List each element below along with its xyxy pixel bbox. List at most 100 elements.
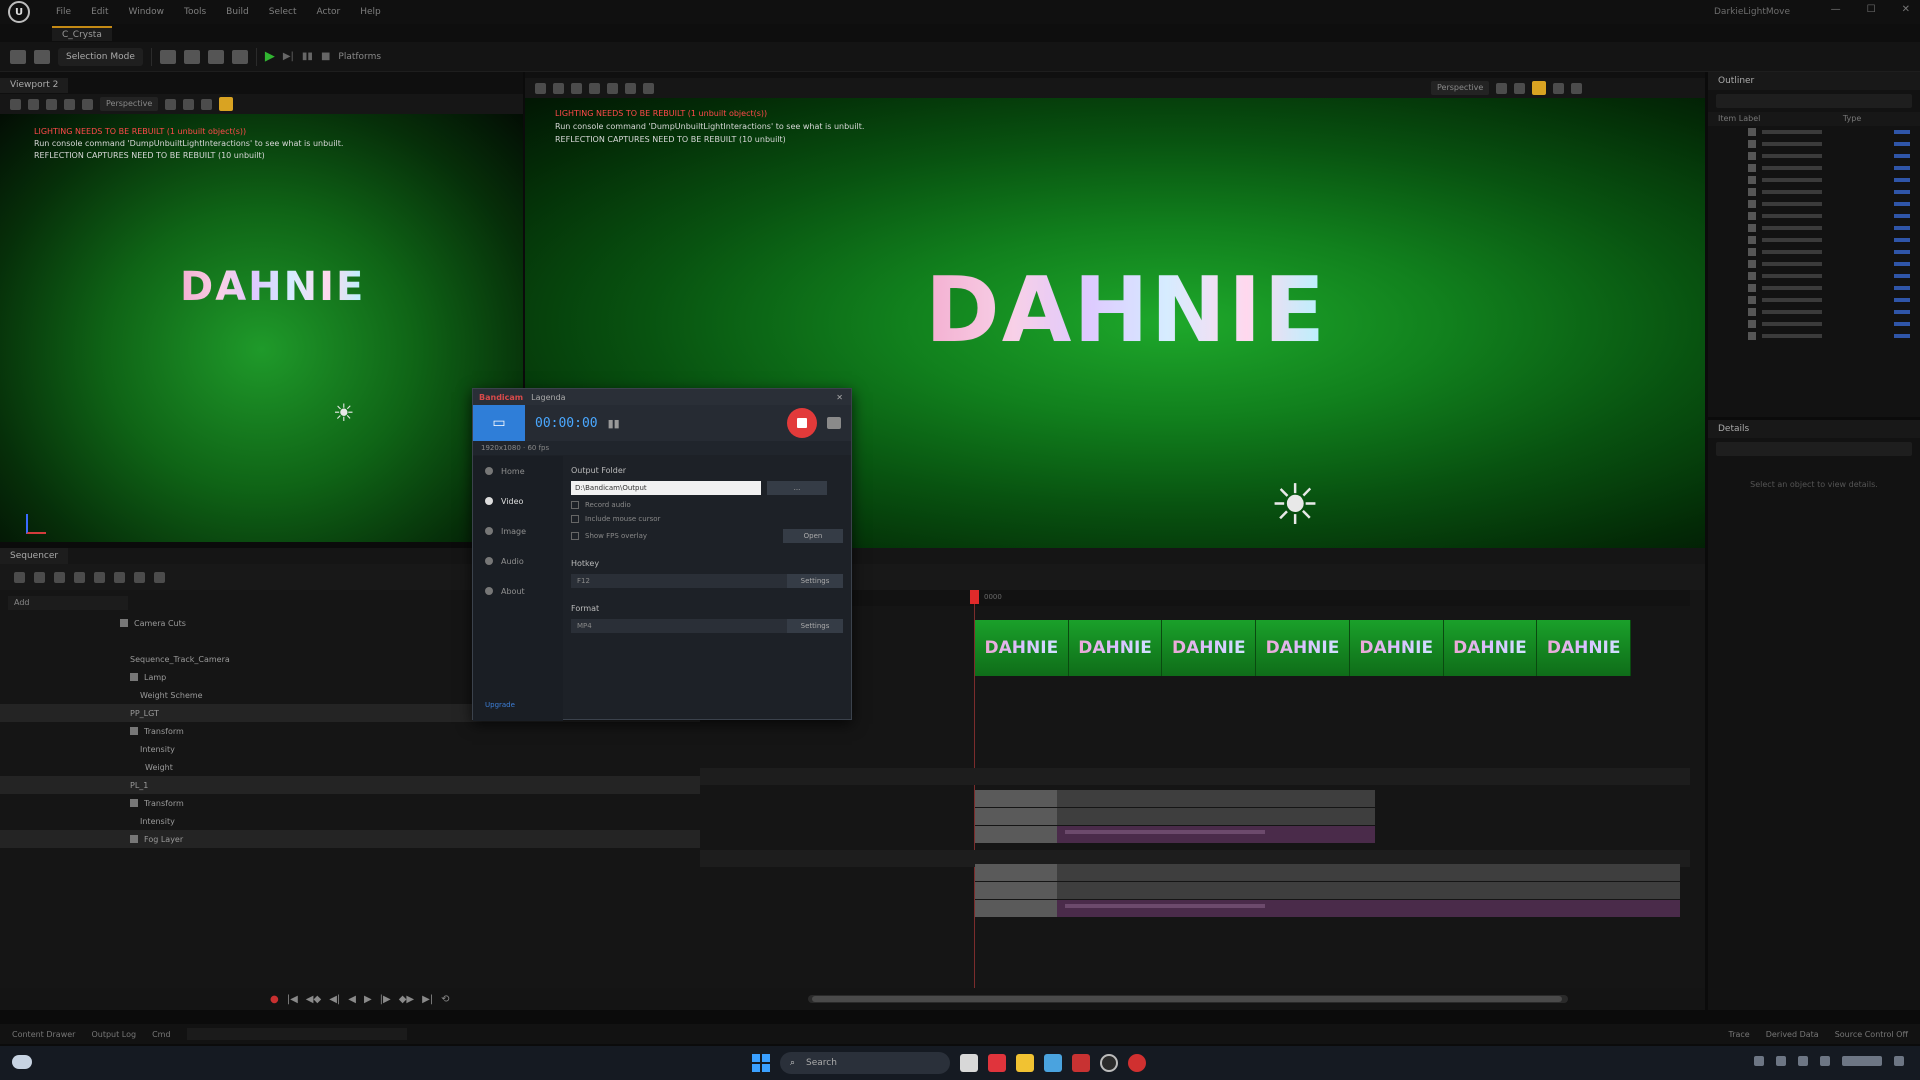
battery-icon[interactable] bbox=[1820, 1056, 1830, 1066]
menu-icon[interactable] bbox=[535, 82, 546, 94]
outliner-row[interactable] bbox=[1708, 126, 1920, 138]
build-icon[interactable] bbox=[231, 49, 248, 64]
settings-icon[interactable] bbox=[1553, 82, 1565, 94]
save-icon[interactable] bbox=[10, 49, 26, 64]
clock[interactable] bbox=[1842, 1056, 1882, 1066]
outliner-row[interactable] bbox=[1708, 246, 1920, 258]
add-track-button[interactable]: Add bbox=[8, 596, 128, 610]
checkbox[interactable] bbox=[571, 532, 579, 540]
track-row[interactable]: Intensity bbox=[0, 812, 700, 830]
play-icon[interactable]: ▶ bbox=[265, 49, 275, 64]
outliner-row[interactable] bbox=[1708, 150, 1920, 162]
outliner-row[interactable] bbox=[1708, 330, 1920, 342]
scrollbar-thumb[interactable] bbox=[812, 996, 1562, 1002]
outliner-row[interactable] bbox=[1708, 174, 1920, 186]
volume-icon[interactable] bbox=[1798, 1056, 1808, 1066]
sidebar-item-home[interactable]: Home bbox=[473, 456, 563, 486]
close-icon[interactable]: ✕ bbox=[1902, 4, 1910, 15]
platforms-dropdown[interactable]: Platforms bbox=[338, 52, 381, 62]
sidebar-item-image[interactable]: Image bbox=[473, 516, 563, 546]
outliner-search-input[interactable] bbox=[1716, 94, 1912, 108]
browse-button[interactable]: ... bbox=[767, 481, 827, 495]
sidebar-item-video[interactable]: Video bbox=[473, 486, 563, 516]
unreal-logo-icon[interactable]: U bbox=[8, 1, 30, 23]
transform-section[interactable] bbox=[975, 790, 1375, 807]
outliner-row[interactable] bbox=[1708, 270, 1920, 282]
outliner-row[interactable] bbox=[1708, 306, 1920, 318]
track-row[interactable]: Transform bbox=[0, 794, 700, 812]
outliner-row[interactable] bbox=[1708, 258, 1920, 270]
outliner-row[interactable] bbox=[1708, 162, 1920, 174]
console-input[interactable] bbox=[186, 1028, 407, 1040]
perspective-dropdown[interactable]: Perspective bbox=[100, 97, 159, 111]
outliner-row[interactable] bbox=[1708, 198, 1920, 210]
snap-icon[interactable] bbox=[643, 82, 654, 94]
trace-button[interactable]: Trace bbox=[1728, 1030, 1749, 1039]
play-reverse-icon[interactable]: ◀ bbox=[348, 994, 356, 1005]
screen-mode-icon[interactable]: ▭ bbox=[473, 405, 525, 441]
hotkey-field[interactable]: F12 Settings bbox=[571, 574, 843, 588]
menu-tools[interactable]: Tools bbox=[184, 7, 206, 17]
output-folder-input[interactable]: D:\Bandicam\Output bbox=[571, 481, 761, 495]
find-icon[interactable] bbox=[34, 571, 45, 583]
derived-data-button[interactable]: Derived Data bbox=[1766, 1030, 1819, 1039]
camera-speed-icon[interactable] bbox=[1532, 81, 1547, 95]
outliner-row[interactable] bbox=[1708, 138, 1920, 150]
move-tool-icon[interactable] bbox=[571, 82, 582, 94]
level-tab[interactable]: C_Crysta bbox=[52, 26, 112, 41]
app-red-icon[interactable] bbox=[988, 1054, 1006, 1072]
file-explorer-icon[interactable] bbox=[1016, 1054, 1034, 1072]
light-actor-icon[interactable]: ☀ bbox=[333, 399, 355, 427]
chevron-up-icon[interactable] bbox=[1754, 1056, 1764, 1066]
sidebar-item-audio[interactable]: Audio bbox=[473, 546, 563, 576]
perspective-dropdown[interactable]: Perspective bbox=[1431, 81, 1490, 95]
checkbox[interactable] bbox=[571, 501, 579, 509]
settings-icon[interactable] bbox=[154, 571, 165, 583]
unreal-taskbar-icon[interactable] bbox=[1100, 1054, 1118, 1072]
task-view-icon[interactable] bbox=[960, 1054, 978, 1072]
select-tool-icon[interactable] bbox=[553, 82, 564, 94]
cmd-dropdown[interactable]: Cmd bbox=[152, 1030, 170, 1039]
maximize-icon[interactable]: ☐ bbox=[1867, 4, 1876, 15]
content-icon[interactable] bbox=[34, 49, 50, 64]
settings-button[interactable]: Settings bbox=[787, 574, 843, 588]
menu-actor[interactable]: Actor bbox=[317, 7, 341, 17]
step-icon[interactable]: ▶| bbox=[283, 51, 294, 62]
prev-key-icon[interactable]: ◀◆ bbox=[306, 994, 321, 1005]
camera-speed-icon[interactable] bbox=[219, 97, 234, 111]
pause-icon[interactable]: ▮▮ bbox=[302, 51, 313, 62]
jump-start-icon[interactable]: |◀ bbox=[287, 994, 298, 1005]
menu-window[interactable]: Window bbox=[129, 7, 165, 17]
camera-icon[interactable] bbox=[74, 571, 85, 583]
open-button[interactable]: Open bbox=[783, 529, 843, 543]
menu-file[interactable]: File bbox=[56, 7, 71, 17]
option-record-audio[interactable]: Record audio bbox=[571, 501, 843, 509]
pause-icon[interactable]: ▮▮ bbox=[608, 417, 620, 430]
lit-icon[interactable] bbox=[1496, 82, 1508, 94]
outliner-row[interactable] bbox=[1708, 186, 1920, 198]
viewport-left-scene[interactable]: LIGHTING NEEDS TO BE REBUILT (1 unbuilt … bbox=[0, 114, 523, 542]
sequencer-tab[interactable]: Sequencer bbox=[0, 548, 69, 564]
track-row[interactable]: Transform bbox=[0, 722, 700, 740]
light-actor-icon[interactable]: ☀ bbox=[1270, 478, 1320, 534]
track-row[interactable]: Weight bbox=[0, 758, 700, 776]
menu-build[interactable]: Build bbox=[226, 7, 249, 17]
record-icon[interactable]: ● bbox=[270, 994, 279, 1005]
snap-icon[interactable] bbox=[94, 571, 105, 583]
network-icon[interactable] bbox=[1776, 1056, 1786, 1066]
minimize-icon[interactable]: — bbox=[1831, 4, 1841, 15]
step-forward-icon[interactable]: |▶ bbox=[380, 994, 391, 1005]
settings-button[interactable]: Settings bbox=[787, 619, 843, 633]
rotate-tool-icon[interactable] bbox=[64, 98, 75, 110]
intensity-section[interactable] bbox=[975, 882, 1680, 899]
start-icon[interactable] bbox=[752, 1054, 770, 1072]
stop-record-button[interactable] bbox=[787, 408, 817, 438]
outliner-row[interactable] bbox=[1708, 210, 1920, 222]
close-icon[interactable]: ✕ bbox=[836, 393, 843, 402]
menu-help[interactable]: Help bbox=[360, 7, 381, 17]
outliner-row[interactable] bbox=[1708, 294, 1920, 306]
scale-tool-icon[interactable] bbox=[607, 82, 618, 94]
output-log-button[interactable]: Output Log bbox=[91, 1030, 136, 1039]
intensity-section[interactable] bbox=[975, 808, 1375, 825]
content-drawer-button[interactable]: Content Drawer bbox=[12, 1030, 75, 1039]
